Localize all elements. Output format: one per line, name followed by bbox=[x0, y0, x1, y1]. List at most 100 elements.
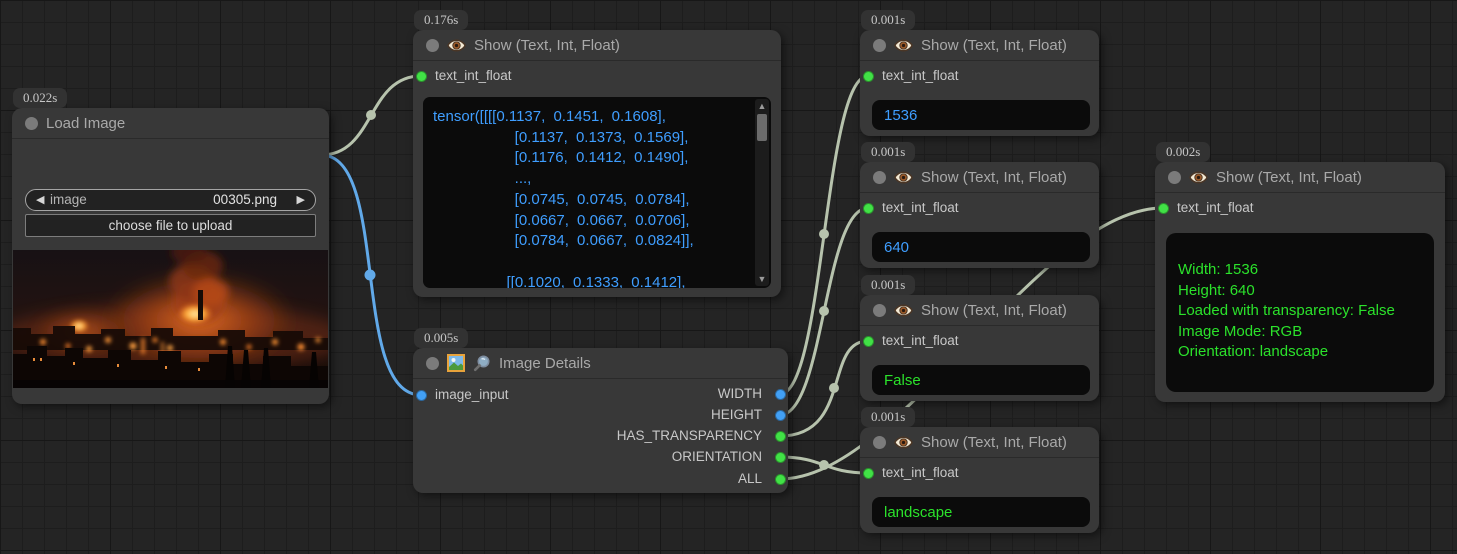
eye-icon bbox=[894, 433, 913, 452]
summary-line: Orientation: landscape bbox=[1178, 342, 1422, 363]
output-slot-width[interactable] bbox=[775, 389, 786, 400]
output-label-has-transparency: HAS_TRANSPARENCY bbox=[617, 428, 762, 444]
node-header[interactable]: Show (Text, Int, Float) bbox=[1155, 162, 1445, 193]
execution-time-badge: 0.001s bbox=[861, 275, 915, 295]
combo-next-arrow-icon[interactable]: ▶ bbox=[297, 190, 305, 210]
execution-time-badge: 0.001s bbox=[861, 142, 915, 162]
input-label: text_int_float bbox=[882, 465, 959, 481]
node-status-dot bbox=[25, 117, 38, 130]
node-show-all[interactable]: 0.002s Show (Text, Int, Float) text_int_… bbox=[1155, 162, 1445, 402]
node-status-dot bbox=[873, 39, 886, 52]
summary-text-widget[interactable]: Width: 1536 Height: 640 Loaded with tran… bbox=[1166, 233, 1434, 392]
scrollbar-thumb[interactable] bbox=[757, 114, 767, 141]
output-label-all: ALL bbox=[738, 471, 762, 487]
node-title: Load Image bbox=[46, 115, 125, 132]
tensor-line: [[0.1020, 0.1333, 0.1412], bbox=[433, 273, 749, 288]
combo-prev-arrow-icon[interactable]: ◀ bbox=[36, 190, 44, 210]
node-graph-canvas[interactable]: 0.022s Load Image IMAGE MASK ◀ image 003… bbox=[0, 0, 1457, 554]
node-header[interactable]: Image Details bbox=[413, 348, 788, 379]
node-header[interactable]: Show (Text, Int, Float) bbox=[860, 30, 1099, 61]
input-label: text_int_float bbox=[435, 68, 512, 84]
input-label: text_int_float bbox=[1177, 200, 1254, 216]
execution-time-badge: 0.002s bbox=[1156, 142, 1210, 162]
combo-selected-value: 00305.png bbox=[213, 190, 277, 210]
execution-time-badge: 0.005s bbox=[414, 328, 468, 348]
node-load-image[interactable]: 0.022s Load Image IMAGE MASK ◀ image 003… bbox=[12, 108, 329, 404]
node-image-details[interactable]: 0.005s Image Details image_input WIDTH H… bbox=[413, 348, 788, 493]
output-slot-has-transparency[interactable] bbox=[775, 431, 786, 442]
node-title: Show (Text, Int, Float) bbox=[921, 169, 1067, 186]
input-label: text_int_float bbox=[882, 200, 959, 216]
input-slot-text-int-float[interactable] bbox=[416, 71, 427, 82]
eye-icon bbox=[894, 168, 913, 187]
summary-line: Image Mode: RGB bbox=[1178, 322, 1422, 343]
node-title: Show (Text, Int, Float) bbox=[474, 37, 620, 54]
tensor-line: tensor([[[[0.1137, 0.1451, 0.1608], bbox=[433, 107, 749, 128]
input-slot-text-int-float[interactable] bbox=[1158, 203, 1169, 214]
output-label-orientation: ORIENTATION bbox=[672, 449, 762, 465]
value-display[interactable]: landscape bbox=[872, 497, 1090, 527]
scroll-down-icon[interactable]: ▼ bbox=[755, 273, 769, 285]
scroll-up-icon[interactable]: ▲ bbox=[755, 100, 769, 112]
tensor-line: [0.1137, 0.1373, 0.1569], bbox=[433, 128, 749, 149]
node-show-orientation[interactable]: 0.001s Show (Text, Int, Float) text_int_… bbox=[860, 427, 1099, 533]
link-midpoint-dot bbox=[819, 460, 829, 470]
node-status-dot bbox=[873, 171, 886, 184]
node-header[interactable]: Show (Text, Int, Float) bbox=[860, 295, 1099, 326]
input-slot-text-int-float[interactable] bbox=[863, 203, 874, 214]
output-slot-all[interactable] bbox=[775, 474, 786, 485]
node-show-width[interactable]: 0.001s Show (Text, Int, Float) text_int_… bbox=[860, 30, 1099, 136]
scrollbar[interactable]: ▲ ▼ bbox=[755, 99, 769, 286]
eye-icon bbox=[894, 36, 913, 55]
node-header[interactable]: Show (Text, Int, Float) bbox=[860, 162, 1099, 193]
tensor-line: [0.0745, 0.0745, 0.0784], bbox=[433, 190, 749, 211]
value-display[interactable]: False bbox=[872, 365, 1090, 395]
node-header[interactable]: Load Image bbox=[12, 108, 329, 139]
node-status-dot bbox=[1168, 171, 1181, 184]
load-image-preview bbox=[13, 250, 328, 388]
tensor-line: ..., bbox=[433, 169, 749, 190]
output-label-width: WIDTH bbox=[718, 386, 762, 402]
eye-icon bbox=[447, 36, 466, 55]
choose-file-button[interactable]: choose file to upload bbox=[25, 214, 316, 237]
magnifier-icon bbox=[473, 354, 491, 372]
node-show-tensor[interactable]: 0.176s Show (Text, Int, Float) text_int_… bbox=[413, 30, 781, 297]
node-status-dot bbox=[426, 39, 439, 52]
link-midpoint-dot bbox=[829, 383, 839, 393]
summary-line: Height: 640 bbox=[1178, 281, 1422, 302]
input-slot-image-input[interactable] bbox=[416, 390, 427, 401]
tensor-text-widget[interactable]: tensor([[[[0.1137, 0.1451, 0.1608], [0.1… bbox=[423, 97, 771, 288]
node-show-transparency[interactable]: 0.001s Show (Text, Int, Float) text_int_… bbox=[860, 295, 1099, 401]
value-display[interactable]: 1536 bbox=[872, 100, 1090, 130]
execution-time-badge: 0.001s bbox=[861, 407, 915, 427]
value-display[interactable]: 640 bbox=[872, 232, 1090, 262]
output-slot-orientation[interactable] bbox=[775, 452, 786, 463]
tensor-line: [0.0784, 0.0667, 0.0824]], bbox=[433, 231, 749, 252]
tensor-line: [0.1176, 0.1412, 0.1490], bbox=[433, 148, 749, 169]
node-show-height[interactable]: 0.001s Show (Text, Int, Float) text_int_… bbox=[860, 162, 1099, 268]
link-midpoint-dot bbox=[819, 229, 829, 239]
node-header[interactable]: Show (Text, Int, Float) bbox=[860, 427, 1099, 458]
combo-widget-name: image bbox=[50, 190, 87, 210]
tensor-line: [0.0667, 0.0667, 0.0706], bbox=[433, 211, 749, 232]
input-label: text_int_float bbox=[882, 333, 959, 349]
node-title: Image Details bbox=[499, 355, 591, 372]
output-slot-height[interactable] bbox=[775, 410, 786, 421]
node-title: Show (Text, Int, Float) bbox=[921, 302, 1067, 319]
image-file-combo[interactable]: ◀ image 00305.png ▶ bbox=[25, 189, 316, 211]
input-label: image_input bbox=[435, 387, 509, 403]
summary-line: Loaded with transparency: False bbox=[1178, 301, 1422, 322]
node-status-dot bbox=[873, 304, 886, 317]
output-label-height: HEIGHT bbox=[711, 407, 762, 423]
input-slot-text-int-float[interactable] bbox=[863, 468, 874, 479]
summary-line: Width: 1536 bbox=[1178, 260, 1422, 281]
eye-icon bbox=[1189, 168, 1208, 187]
node-header[interactable]: Show (Text, Int, Float) bbox=[413, 30, 781, 61]
execution-time-badge: 0.176s bbox=[414, 10, 468, 30]
link-midpoint-dot bbox=[366, 110, 376, 120]
input-slot-text-int-float[interactable] bbox=[863, 71, 874, 82]
tensor-line bbox=[433, 252, 749, 273]
input-slot-text-int-float[interactable] bbox=[863, 336, 874, 347]
link-midpoint-dot bbox=[365, 270, 376, 281]
node-status-dot bbox=[873, 436, 886, 449]
